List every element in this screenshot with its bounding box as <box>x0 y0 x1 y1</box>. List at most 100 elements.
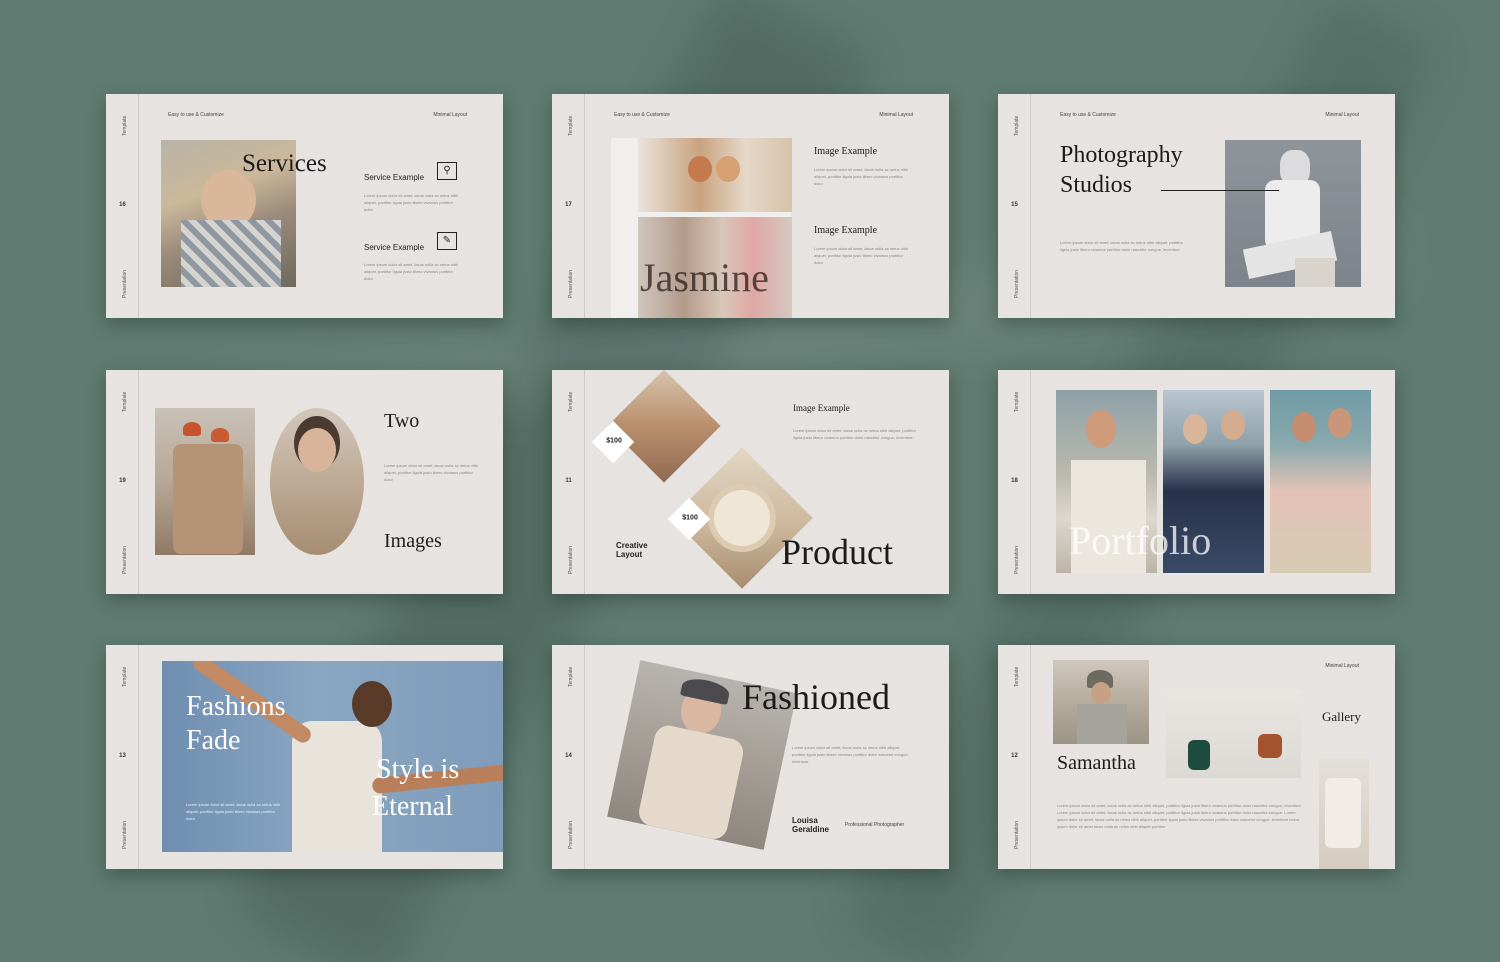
page-number: 14 <box>565 753 572 759</box>
slide-rail: Template 14 Presentation <box>552 645 585 869</box>
subtitle-line-1: Creative <box>616 541 648 550</box>
title-line-3: Style is <box>376 754 460 785</box>
slide-rail: Template 15 Presentation <box>998 94 1031 318</box>
body-text: Lorem ipsum dolor sit amet, lacus nulla … <box>814 246 909 265</box>
rail-label-top: Template <box>568 115 574 136</box>
rail-label-bottom: Presentation <box>1014 545 1020 574</box>
rail-label-top: Template <box>122 115 128 136</box>
title-line-4: Eternal <box>372 791 453 822</box>
model-photo <box>1225 140 1361 287</box>
rail-label-top: Template <box>1014 391 1020 412</box>
image-label: Image Example <box>814 225 878 236</box>
bag-photo <box>607 370 721 483</box>
slide-rail: Template 11 Presentation <box>552 370 585 594</box>
title-line-1: Fashions <box>186 691 286 722</box>
slide-title: Product <box>781 532 893 572</box>
rail-label-bottom: Presentation <box>122 820 128 849</box>
rail-label-bottom: Presentation <box>122 269 128 298</box>
tag-right: Minimal Layout <box>1325 112 1359 118</box>
rail-label-bottom: Presentation <box>1014 820 1020 849</box>
title-line-2: Studios <box>1060 172 1133 198</box>
subtitle: Creative Layout <box>616 541 648 559</box>
slide-rail: Template 13 Presentation <box>106 645 139 869</box>
slide-fashioned[interactable]: Template 14 Presentation Fashioned Lorem… <box>552 645 949 869</box>
slide-rail: Template 18 Presentation <box>998 370 1031 594</box>
author-name: Louisa Geraldine <box>792 816 829 834</box>
body-text: Lorem ipsum dolor sit amet, lacus nulla … <box>186 802 281 821</box>
slide-title: Gallery <box>1322 709 1361 724</box>
page-number: 18 <box>1011 478 1018 484</box>
body-text: Lorem ipsum dolor sit amet, lacus nulla … <box>792 745 909 764</box>
gallery-photo-3 <box>1319 758 1369 869</box>
price-text: $100 <box>606 437 622 445</box>
rail-label-top: Template <box>568 666 574 687</box>
slide-rail: Template 17 Presentation <box>552 94 585 318</box>
page-number: 15 <box>1011 202 1018 208</box>
slide-gallery[interactable]: Template 12 Presentation Minimal Layout … <box>998 645 1395 869</box>
rail-label-top: Template <box>568 391 574 412</box>
rail-label-bottom: Presentation <box>568 269 574 298</box>
title-line-1: Photography <box>1060 142 1183 168</box>
slide-portfolio[interactable]: Template 18 Presentation Portfolio <box>998 370 1395 594</box>
photo-top <box>638 138 792 212</box>
gallery-photo-1 <box>1053 660 1149 744</box>
slide-fashions-fade[interactable]: Template 13 Presentation Fashions Fade S… <box>106 645 503 869</box>
tag-left: Easy to use & Customize <box>168 112 224 118</box>
page-number: 11 <box>565 478 572 484</box>
page-number: 12 <box>1011 753 1018 759</box>
tag-left: Easy to use & Customize <box>1060 112 1116 118</box>
person-name: Samantha <box>1057 752 1136 774</box>
rail-label-top: Template <box>122 391 128 412</box>
slide-two-images[interactable]: Template 19 Presentation Two Lorem ipsum… <box>106 370 503 594</box>
tag-right: Minimal Layout <box>433 112 467 118</box>
slide-photography-studios[interactable]: Template 15 Presentation Easy to use & C… <box>998 94 1395 318</box>
slide-product[interactable]: Template 11 Presentation $100 $100 Creat… <box>552 370 949 594</box>
tag-right: Minimal Layout <box>879 112 913 118</box>
body-text: Lorem ipsum dolor sit amet, lacus nulla … <box>1057 803 1301 829</box>
slide-rail: Template 19 Presentation <box>106 370 139 594</box>
lightbulb-icon: ⚲ <box>437 162 457 180</box>
body-text: Lorem ipsum dolor sit amet, lacus nulla … <box>1060 240 1183 252</box>
couple-photo <box>155 408 255 555</box>
page-number: 16 <box>119 202 126 208</box>
title-line-2: Images <box>384 530 442 552</box>
service-label: Service Example <box>364 243 425 252</box>
page-number: 17 <box>565 202 572 208</box>
rail-label-bottom: Presentation <box>122 545 128 574</box>
slide-rail: Template 12 Presentation <box>998 645 1031 869</box>
page-number: 13 <box>119 753 126 759</box>
rail-label-bottom: Presentation <box>568 820 574 849</box>
rail-label-bottom: Presentation <box>568 545 574 574</box>
edit-icon: ✎ <box>437 232 457 250</box>
price-text: $100 <box>682 514 698 522</box>
title-line-1: Two <box>384 410 420 432</box>
title-rule <box>1161 190 1279 191</box>
rail-label-top: Template <box>122 666 128 687</box>
image-label: Image Example <box>793 403 850 413</box>
portfolio-photo-3 <box>1270 390 1371 573</box>
gallery-photo-2 <box>1166 690 1301 778</box>
rail-label-bottom: Presentation <box>1014 269 1020 298</box>
author-name-line-2: Geraldine <box>792 825 829 834</box>
title-line-2: Fade <box>186 725 241 756</box>
rail-label-top: Template <box>1014 115 1020 136</box>
author-role: Professional Photographer <box>845 822 905 828</box>
page-number: 19 <box>119 478 126 484</box>
tag-left: Easy to use & Customize <box>614 112 670 118</box>
body-text: Lorem ipsum dolor sit amet, lacus nulla … <box>814 167 909 186</box>
oval-portrait <box>270 408 364 555</box>
body-text: Lorem ipsum dolor sit amet, lacus nulla … <box>793 428 916 440</box>
overlay-title: Portfolio <box>1069 518 1212 563</box>
slide-services[interactable]: Template 16 Presentation Easy to use & C… <box>106 94 503 318</box>
slide-title: Fashioned <box>742 677 890 717</box>
rail-label-top: Template <box>1014 666 1020 687</box>
author-name-line-1: Louisa <box>792 816 818 825</box>
slide-jasmine[interactable]: Template 17 Presentation Easy to use & C… <box>552 94 949 318</box>
slide-rail: Template 16 Presentation <box>106 94 139 318</box>
tag-right: Minimal Layout <box>1325 663 1359 669</box>
subtitle-line-2: Layout <box>616 550 643 559</box>
body-text: Lorem ipsum dolor sit amet, lacus nulla … <box>364 262 459 281</box>
body-text: Lorem ipsum dolor sit amet, lacus nulla … <box>384 463 479 482</box>
image-label: Image Example <box>814 146 878 157</box>
service-label: Service Example <box>364 173 425 182</box>
